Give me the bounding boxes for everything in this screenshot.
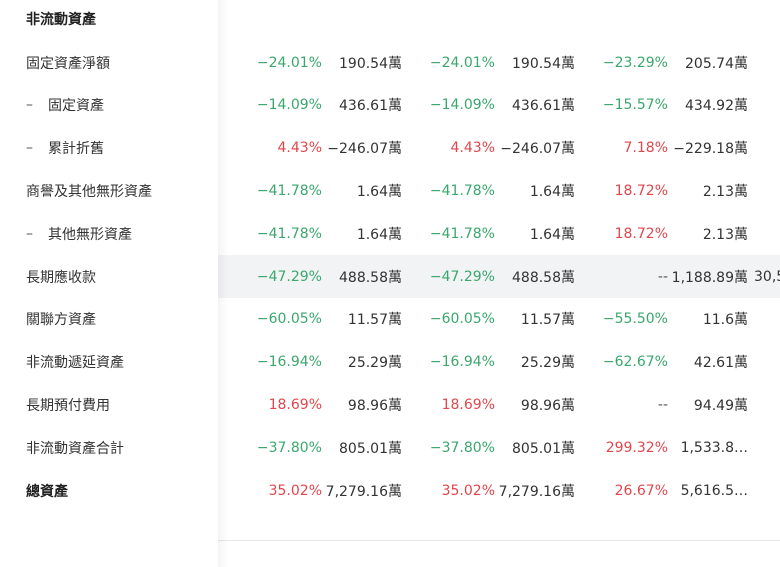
yoy-change-cell: −47.29% bbox=[256, 268, 322, 285]
row-label: 長期預付費用 bbox=[26, 383, 110, 426]
yoy-change-cell: 35.02% bbox=[268, 482, 322, 499]
yoy-change-cell: −16.94% bbox=[429, 354, 495, 371]
amount-cell: 1.64萬 bbox=[529, 183, 575, 200]
row-label: 固定資產淨額 bbox=[26, 41, 110, 84]
yoy-change-cell: 4.43% bbox=[277, 140, 322, 157]
amount-cell: 2.13萬 bbox=[702, 226, 748, 243]
amount-cell: 190.54萬 bbox=[339, 55, 402, 72]
yoy-change-cell: 18.69% bbox=[441, 396, 495, 413]
row-label-text: 關聯方資產 bbox=[26, 312, 96, 329]
amount-cell: 1.64萬 bbox=[356, 183, 402, 200]
amount-cell: 1.64萬 bbox=[356, 226, 402, 243]
amount-cell: 190.54萬 bbox=[512, 55, 575, 72]
amount-cell: 1,533.8… bbox=[680, 439, 748, 456]
yoy-change-cell: −41.78% bbox=[429, 225, 495, 242]
row-label-text: 長期應收款 bbox=[26, 269, 96, 286]
yoy-change-cell: −23.29% bbox=[602, 54, 668, 71]
yoy-change-cell: −60.05% bbox=[429, 311, 495, 328]
row-label-text: 其他無形資產 bbox=[48, 226, 132, 243]
yoy-change-cell: 35.02% bbox=[441, 482, 495, 499]
amount-cell: 98.96萬 bbox=[520, 397, 575, 414]
amount-cell: 436.61萬 bbox=[512, 98, 575, 115]
amount-cell: 436.61萬 bbox=[339, 98, 402, 115]
table-row[interactable]: 商譽及其他無形資產 −41.78% 1.64萬 −41.78% 1.64萬 18.72% 2… bbox=[4, 169, 780, 212]
amount-cell: 94.49萬 bbox=[693, 397, 748, 414]
yoy-change-cell: 18.72% bbox=[614, 182, 668, 199]
row-label: 非流動遞延資產 bbox=[26, 341, 124, 384]
sub-item-dash: – bbox=[26, 140, 33, 157]
yoy-change-cell: 7.18% bbox=[623, 140, 668, 157]
row-label-text: 固定資產 bbox=[48, 98, 104, 115]
financial-table: 非流動資產 固定資產淨額 −24.01% 190.54萬 −24.01% 190.54萬… bbox=[0, 0, 780, 567]
yoy-change-cell: −24.01% bbox=[429, 54, 495, 71]
table-row[interactable]: – 其他無形資產 −41.78% 1.64萬 −41.78% 1.64萬 18.72% 2.1… bbox=[4, 212, 780, 255]
amount-cell: 25.29萬 bbox=[520, 355, 575, 372]
yoy-change-cell: −41.78% bbox=[256, 225, 322, 242]
row-label-text: 商譽及其他無形資產 bbox=[26, 183, 152, 200]
amount-cell: 7,279.16萬 bbox=[325, 483, 402, 500]
amount-cell: 7,279.16萬 bbox=[498, 483, 575, 500]
yoy-change-cell: −60.05% bbox=[256, 311, 322, 328]
sub-item-dash: – bbox=[26, 225, 33, 242]
amount-cell: 1.64萬 bbox=[529, 226, 575, 243]
yoy-change-cell: −55.50% bbox=[602, 311, 668, 328]
frozen-column-shadow bbox=[218, 0, 228, 567]
row-label-text: 長期預付費用 bbox=[26, 397, 110, 414]
row-label: 關聯方資產 bbox=[26, 298, 96, 341]
table-row[interactable]: 非流動遞延資產 −16.94% 25.29萬 −16.94% 25.29萬 −62.67%… bbox=[4, 341, 780, 384]
row-label: – 累計折舊 bbox=[26, 127, 104, 170]
yoy-change-cell: −37.80% bbox=[429, 439, 495, 456]
section-title: 非流動資產 bbox=[26, 12, 96, 28]
amount-cell: 1,188.89萬 bbox=[671, 269, 748, 286]
yoy-change-cell: −16.94% bbox=[256, 354, 322, 371]
yoy-change-cell: -- bbox=[657, 396, 668, 413]
yoy-change-cell: −41.78% bbox=[256, 182, 322, 199]
amount-cell: −229.18萬 bbox=[673, 141, 748, 158]
yoy-change-cell: −24.01% bbox=[256, 54, 322, 71]
row-label-text: 非流動遞延資產 bbox=[26, 355, 124, 372]
amount-cell: 2.13萬 bbox=[702, 183, 748, 200]
amount-cell: 11.57萬 bbox=[347, 312, 402, 329]
amount-cell: 98.96萬 bbox=[347, 397, 402, 414]
amount-cell: 434.92萬 bbox=[685, 98, 748, 115]
row-label: – 其他無形資產 bbox=[26, 212, 132, 255]
amount-cell: 25.29萬 bbox=[347, 355, 402, 372]
amount-cell: −246.07萬 bbox=[500, 141, 575, 158]
sub-item-dash: – bbox=[26, 97, 33, 114]
row-label-text: 固定資產淨額 bbox=[26, 55, 110, 72]
yoy-change-cell: 18.69% bbox=[268, 396, 322, 413]
row-label: 長期應收款 bbox=[26, 255, 96, 298]
yoy-change-cell: −62.67% bbox=[602, 354, 668, 371]
amount-cell: 42.61萬 bbox=[693, 355, 748, 372]
overflow-amount-cell: 30,5 bbox=[754, 268, 780, 285]
yoy-change-cell: 4.43% bbox=[450, 140, 495, 157]
row-label: 非流動資產合計 bbox=[26, 426, 124, 469]
row-label-text: 非流動資產合計 bbox=[26, 440, 124, 457]
amount-cell: 11.57萬 bbox=[520, 312, 575, 329]
amount-cell: −246.07萬 bbox=[327, 141, 402, 158]
yoy-change-cell: 18.72% bbox=[614, 225, 668, 242]
amount-cell: 805.01萬 bbox=[512, 440, 575, 457]
row-label: – 固定資產 bbox=[26, 84, 104, 127]
yoy-change-cell: -- bbox=[657, 268, 668, 285]
yoy-change-cell: −14.09% bbox=[256, 97, 322, 114]
amount-cell: 488.58萬 bbox=[339, 269, 402, 286]
yoy-change-cell: −14.09% bbox=[429, 97, 495, 114]
amount-cell: 205.74萬 bbox=[685, 55, 748, 72]
amount-cell: 488.58萬 bbox=[512, 269, 575, 286]
yoy-change-cell: −41.78% bbox=[429, 182, 495, 199]
row-label-text: 累計折舊 bbox=[48, 141, 104, 158]
yoy-change-cell: 26.67% bbox=[614, 482, 668, 499]
amount-cell: 5,616.5… bbox=[680, 482, 748, 499]
row-label: 商譽及其他無形資產 bbox=[26, 169, 152, 212]
amount-cell: 11.6萬 bbox=[702, 312, 748, 329]
yoy-change-cell: 299.32% bbox=[605, 439, 668, 456]
yoy-change-cell: −47.29% bbox=[429, 268, 495, 285]
yoy-change-cell: −37.80% bbox=[256, 439, 322, 456]
table-row[interactable]: 非流動資產合計 −37.80% 805.01萬 −37.80% 805.01萬 299.3… bbox=[4, 426, 780, 469]
row-label: 總資產 bbox=[26, 469, 68, 512]
row-label-text: 總資產 bbox=[26, 483, 68, 500]
amount-cell: 805.01萬 bbox=[339, 440, 402, 457]
yoy-change-cell: −15.57% bbox=[602, 97, 668, 114]
